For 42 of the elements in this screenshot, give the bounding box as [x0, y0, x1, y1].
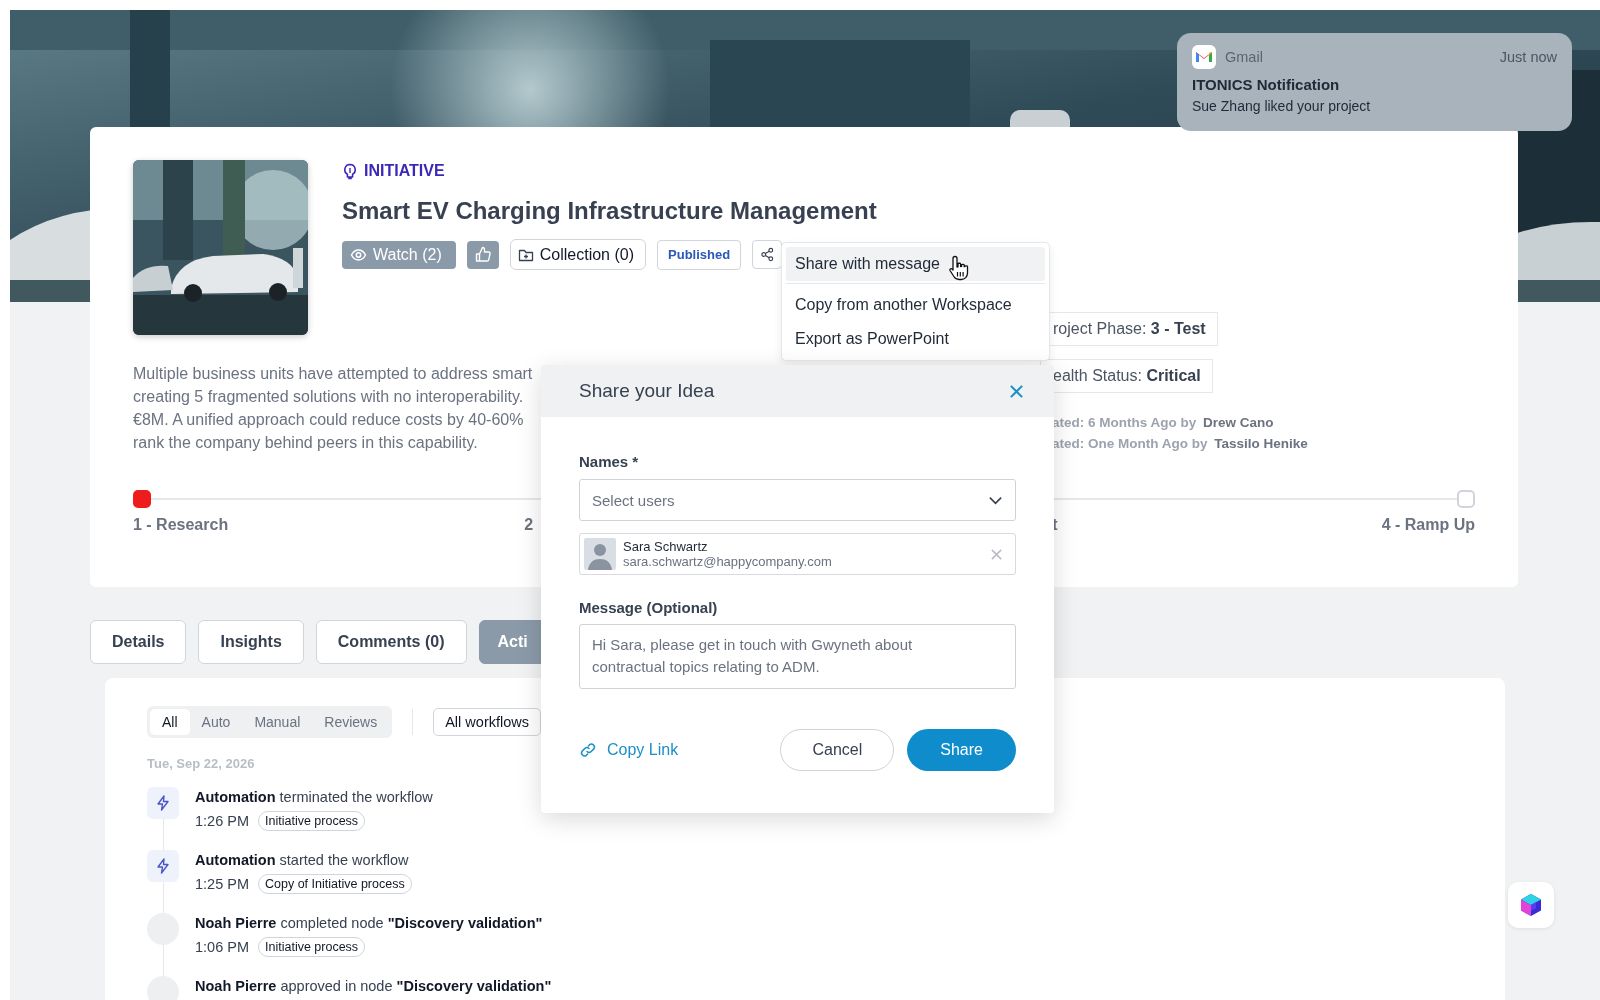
app-button[interactable] [1508, 882, 1554, 928]
close-icon [1009, 383, 1024, 399]
event-text: Noah Pierre completed node "Discovery validation" [195, 915, 543, 931]
tab[interactable]: Insights [198, 620, 304, 664]
filter-tab[interactable]: All [150, 709, 190, 735]
event-text: Automation terminated the workflow [195, 789, 433, 805]
filter-tab[interactable]: Manual [242, 709, 313, 735]
dialog-title: Share your Idea [579, 380, 715, 402]
field-label: Names * [579, 453, 640, 470]
recipient-name: Sara Schwartz [623, 539, 709, 554]
description-text: Multiple business units have attempted to address smart creating 5 fragmented solutions with no interoperability. €8M. A unified approach could reduce costs by 40-60% rank the company behind peers in this capability. [133, 364, 533, 453]
lightning-icon [147, 787, 179, 819]
event-text: Noah Pierre approved in node "Discovery validation" [195, 978, 552, 994]
event-time: 1:06 PM [195, 939, 249, 955]
avatar [584, 538, 616, 570]
field-label: Message (Optional) [579, 599, 719, 616]
recipient-email: sara.schwartz@happycompany.com [623, 554, 832, 569]
event-text: Automation started the workflow [195, 852, 410, 868]
cube-logo-icon [1519, 893, 1543, 917]
select-placeholder: Select users [592, 491, 675, 509]
close-icon [990, 547, 1003, 561]
share-button[interactable]: Share [907, 729, 1016, 771]
stage-label: 2 [524, 516, 534, 534]
update-info: ated: One Month Ago by Tassilo Henike [1052, 436, 1308, 451]
workflow-filter[interactable]: All workflows [433, 708, 541, 736]
lightning-icon [147, 850, 179, 882]
message-field[interactable]: Hi Sara, please get in touch with Gwyneth about contractual topics relating to ADM. [579, 624, 1016, 689]
filter-tab[interactable]: Auto [189, 709, 243, 735]
tab[interactable]: Details [90, 620, 187, 664]
update-info: ated: 6 Months Ago by Drew Cano [1052, 415, 1275, 430]
link-icon [579, 742, 597, 758]
event-time: 1:26 PM [195, 813, 249, 829]
cancel-button[interactable]: Cancel [780, 729, 895, 771]
stage-label: 1 - Research [133, 516, 229, 534]
copy-link[interactable]: Copy Link [579, 741, 679, 759]
user-select[interactable]: Select users [579, 479, 1016, 521]
date-heading: Tue, Sep 22, 2026 [147, 756, 256, 771]
tab[interactable]: Comments (0) [315, 620, 467, 664]
stage-label: 4 - Ramp Up [1381, 516, 1475, 534]
remove-button[interactable] [990, 547, 1003, 561]
event-time: 1:25 PM [195, 876, 249, 892]
filter-tab[interactable]: Reviews [312, 709, 390, 735]
